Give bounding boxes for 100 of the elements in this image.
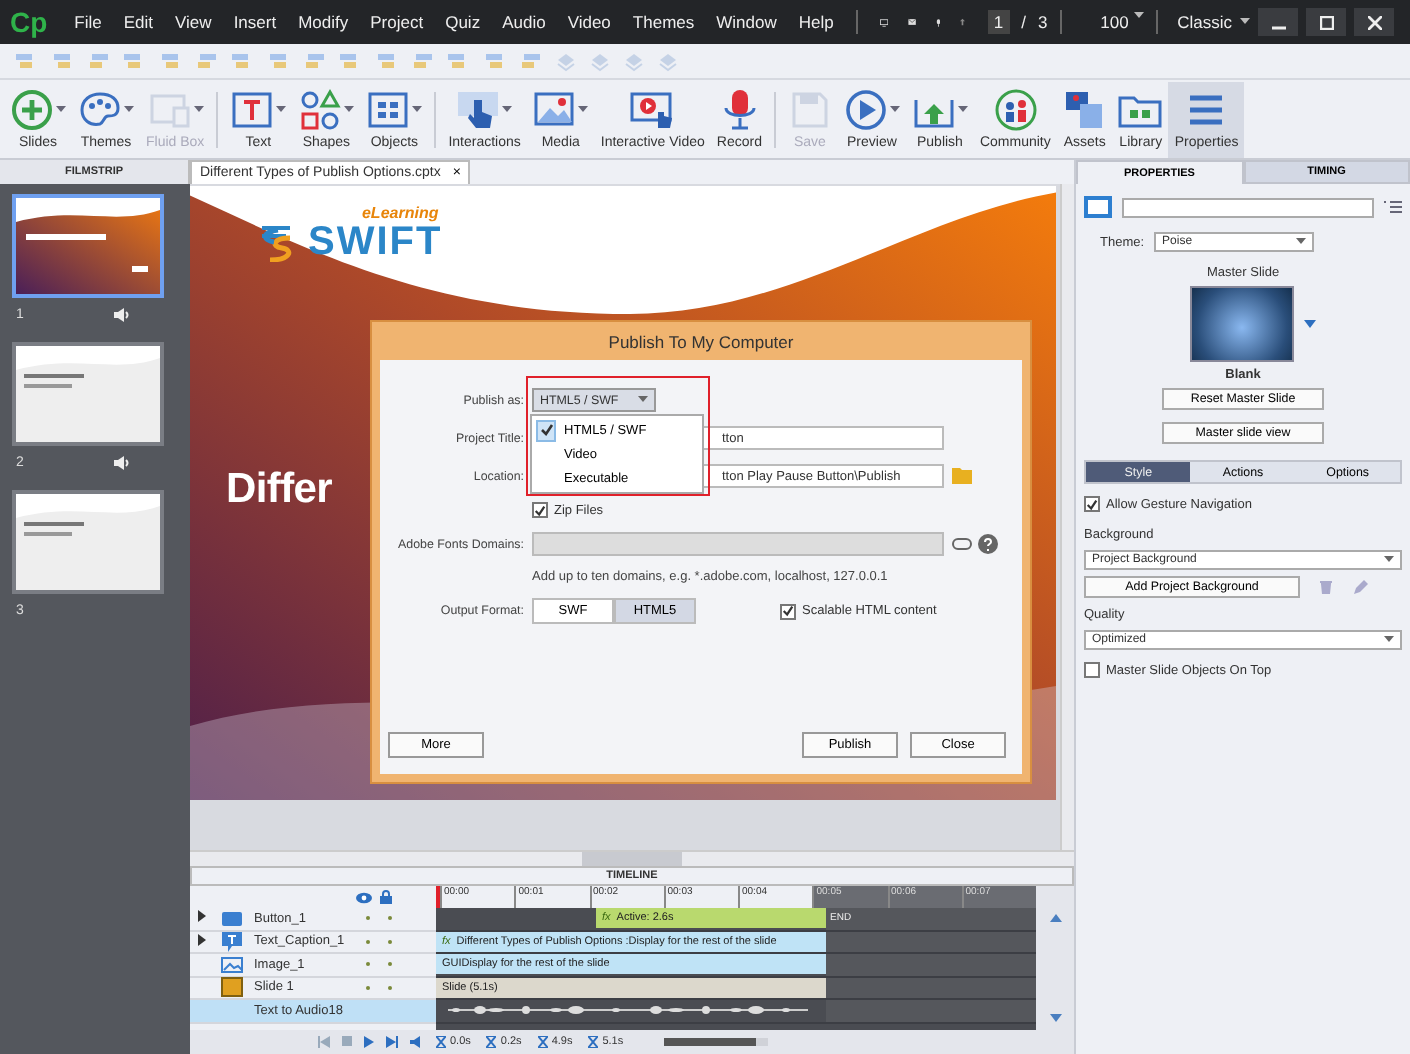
checkbox[interactable] — [1084, 662, 1100, 678]
toolbar-icon — [630, 88, 675, 132]
list-menu-icon[interactable] — [1384, 200, 1402, 214]
menu-item[interactable]: Edit — [112, 12, 165, 32]
menu-item[interactable]: Insert — [222, 12, 288, 32]
rewind-icon[interactable] — [318, 1036, 330, 1048]
speaker-icon — [114, 308, 130, 322]
toolbar-icon — [78, 88, 122, 132]
time-icon — [486, 1036, 497, 1048]
workspace-dropdown[interactable]: Classic — [1177, 12, 1250, 32]
toolbar-icon — [787, 88, 832, 132]
menu-item[interactable]: Modify — [287, 12, 360, 32]
master-slide-preview[interactable] — [1190, 286, 1294, 362]
toolbar-icon — [366, 88, 411, 132]
name-field[interactable] — [1122, 197, 1374, 217]
toolbar-icon — [843, 88, 888, 132]
logo-text: SWIFT — [308, 222, 443, 262]
caret-icon — [638, 396, 648, 404]
caret-icon — [56, 106, 66, 114]
caret-icon — [1384, 556, 1394, 564]
slide-title: Differ — [226, 466, 333, 514]
monitor-icon[interactable] — [879, 13, 888, 31]
caret-icon — [124, 106, 134, 114]
menu-item[interactable]: View — [164, 12, 223, 32]
maximize-button[interactable] — [1306, 8, 1346, 36]
caret-icon — [276, 106, 287, 114]
caret-icon — [957, 106, 968, 114]
toolbar-icon — [456, 88, 501, 132]
caret-icon — [1296, 238, 1307, 246]
check-icon — [539, 424, 553, 436]
slide-thumbnail[interactable] — [12, 490, 164, 594]
checkbox[interactable] — [532, 502, 548, 518]
page-separator: / — [1021, 12, 1027, 32]
dialog-title: Publish To My Computer — [606, 329, 796, 356]
menu-item[interactable]: Quiz — [434, 12, 492, 32]
menu-item[interactable]: Video — [556, 12, 622, 32]
up-arrow-icon[interactable] — [960, 14, 966, 30]
menu-item[interactable]: Audio — [491, 12, 557, 32]
menu-item[interactable]: File — [63, 12, 113, 32]
scrollbar[interactable] — [1060, 184, 1074, 850]
caret-icon — [412, 106, 423, 114]
speaker-icon[interactable] — [410, 1036, 424, 1048]
play-icon[interactable] — [364, 1036, 374, 1048]
skip-end-icon[interactable] — [386, 1036, 398, 1048]
check-icon — [782, 604, 794, 618]
caret-icon — [1133, 12, 1144, 20]
scroll-down-icon[interactable] — [1049, 1014, 1061, 1022]
object-icon — [220, 953, 244, 976]
slide-thumbnail[interactable] — [12, 194, 164, 298]
close-button[interactable] — [1354, 8, 1394, 36]
menu-item[interactable]: Themes — [621, 12, 706, 32]
caret-icon — [193, 106, 204, 114]
app-logo: Cp — [8, 6, 50, 38]
scrollbar[interactable] — [190, 850, 1074, 866]
caret-icon — [502, 106, 513, 114]
eye-icon[interactable] — [356, 891, 372, 903]
scroll-up-icon[interactable] — [1049, 914, 1061, 922]
caret-icon — [344, 106, 355, 114]
toolbar-icon — [1062, 88, 1107, 132]
caret-icon[interactable] — [1304, 320, 1316, 328]
minimize-button[interactable] — [1258, 8, 1298, 36]
trash-icon[interactable] — [1320, 580, 1332, 594]
folder-icon[interactable] — [952, 468, 972, 484]
menu-item[interactable]: Project — [359, 12, 435, 32]
checkbox[interactable] — [1084, 496, 1100, 512]
zoom-dropdown[interactable]: 100 — [1100, 12, 1144, 32]
caret-icon — [1240, 18, 1250, 26]
toolbar-icon — [10, 88, 54, 132]
object-icon — [220, 907, 244, 930]
toolbar-icon — [230, 88, 275, 132]
slide-thumbnail[interactable] — [12, 342, 164, 446]
menu-item[interactable]: Window — [705, 12, 788, 32]
help-icon[interactable] — [978, 534, 998, 554]
caret-icon — [1384, 636, 1394, 644]
check-icon — [534, 503, 546, 517]
close-icon — [1367, 15, 1381, 29]
pencil-icon[interactable] — [1354, 580, 1368, 594]
time-icon — [537, 1036, 548, 1048]
check-icon — [1086, 497, 1098, 511]
maximize-icon — [1319, 15, 1333, 29]
time-icon — [436, 1036, 446, 1048]
object-icon — [220, 976, 244, 999]
fonts-domains-field[interactable] — [532, 532, 944, 556]
menu-item[interactable]: Help — [787, 12, 845, 32]
mail-icon[interactable] — [907, 14, 916, 30]
logo-tagline: eLearning — [361, 204, 439, 222]
page-field[interactable]: 1 — [987, 10, 1010, 34]
link-icon[interactable] — [952, 538, 972, 550]
time-icon — [588, 1036, 599, 1048]
page-count: 3 — [1038, 12, 1048, 32]
lock-icon[interactable] — [380, 890, 392, 904]
speaker-icon — [114, 456, 130, 470]
slide-type-button[interactable] — [1084, 196, 1112, 218]
toolbar-icon — [532, 88, 577, 132]
caret-icon — [578, 106, 589, 114]
toolbar-icon — [993, 88, 1038, 132]
object-icon — [220, 930, 244, 953]
checkbox[interactable] — [780, 603, 796, 619]
toolbar-icon — [298, 88, 343, 132]
caret-icon — [889, 106, 900, 114]
